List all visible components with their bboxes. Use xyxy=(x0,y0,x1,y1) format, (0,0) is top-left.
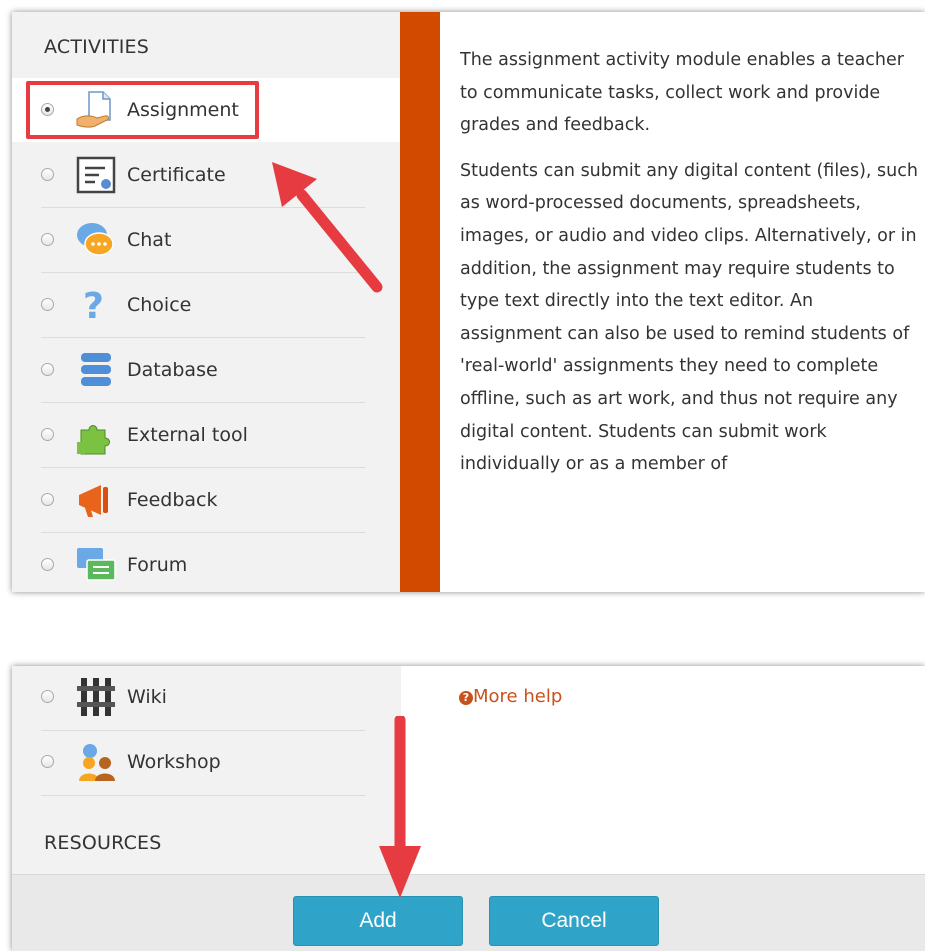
activity-item-external-tool[interactable]: External tool xyxy=(41,403,365,468)
question-circle-icon: ? xyxy=(459,691,473,705)
feedback-icon xyxy=(75,479,117,521)
add-button[interactable]: Add xyxy=(293,896,463,946)
activity-chooser-top: ACTIVITIES Assignment Certificate Chat ?… xyxy=(12,12,925,592)
activity-item-chat[interactable]: Chat xyxy=(41,208,365,273)
activity-label-wiki: Wiki xyxy=(127,686,167,708)
chat-radio[interactable] xyxy=(41,233,54,246)
assignment-icon xyxy=(75,89,117,131)
wiki-radio[interactable] xyxy=(41,690,54,703)
activity-label-certificate: Certificate xyxy=(127,164,226,186)
activity-label-workshop: Workshop xyxy=(127,751,221,773)
activity-item-choice[interactable]: ? Choice xyxy=(41,273,365,338)
activities-heading: ACTIVITIES xyxy=(44,36,150,58)
activity-label-external-tool: External tool xyxy=(127,424,248,446)
database-radio[interactable] xyxy=(41,363,54,376)
resources-heading: RESOURCES xyxy=(44,832,162,854)
external-tool-radio[interactable] xyxy=(41,428,54,441)
activity-label-forum: Forum xyxy=(127,554,188,576)
workshop-radio[interactable] xyxy=(41,755,54,768)
activity-item-workshop[interactable]: Workshop xyxy=(41,731,365,796)
forum-radio[interactable] xyxy=(41,558,54,571)
description-paragraph-1: The assignment activity module enables a… xyxy=(460,50,904,136)
activity-label-choice: Choice xyxy=(127,294,192,316)
activity-item-database[interactable]: Database xyxy=(41,338,365,403)
svg-text:?: ? xyxy=(83,286,104,326)
activity-description: The assignment activity module enables a… xyxy=(460,44,920,494)
activity-item-feedback[interactable]: Feedback xyxy=(41,468,365,533)
activity-item-wiki[interactable]: Wiki xyxy=(41,666,365,731)
more-help-link[interactable]: ? More help xyxy=(459,686,562,707)
description-paragraph-2: Students can submit any digital content … xyxy=(460,160,918,475)
more-help-label: More help xyxy=(473,686,563,707)
certificate-icon xyxy=(75,154,117,196)
feedback-radio[interactable] xyxy=(41,493,54,506)
database-icon xyxy=(75,349,117,391)
external-tool-icon xyxy=(75,414,117,456)
certificate-radio[interactable] xyxy=(41,168,54,181)
activity-item-certificate[interactable]: Certificate xyxy=(41,143,365,208)
accent-strip xyxy=(400,12,440,592)
choice-radio[interactable] xyxy=(41,298,54,311)
wiki-icon xyxy=(75,676,117,718)
cancel-button[interactable]: Cancel xyxy=(489,896,659,946)
dialog-footer: Add Cancel xyxy=(12,874,925,951)
activity-label-feedback: Feedback xyxy=(127,489,218,511)
activity-item-forum[interactable]: Forum xyxy=(41,533,365,592)
activity-list: ACTIVITIES Assignment Certificate Chat ?… xyxy=(12,12,400,592)
workshop-icon xyxy=(75,741,117,783)
forum-icon xyxy=(75,544,117,586)
assignment-radio[interactable] xyxy=(41,103,54,116)
activity-item-assignment[interactable]: Assignment xyxy=(12,78,400,142)
activity-chooser-bottom: Wiki Workshop RESOURCES ? More help Add C… xyxy=(12,666,925,951)
activity-label-database: Database xyxy=(127,359,218,381)
chat-icon xyxy=(75,219,117,261)
choice-icon: ? xyxy=(75,284,117,327)
activity-label-assignment: Assignment xyxy=(127,99,239,121)
activity-label-chat: Chat xyxy=(127,229,172,251)
